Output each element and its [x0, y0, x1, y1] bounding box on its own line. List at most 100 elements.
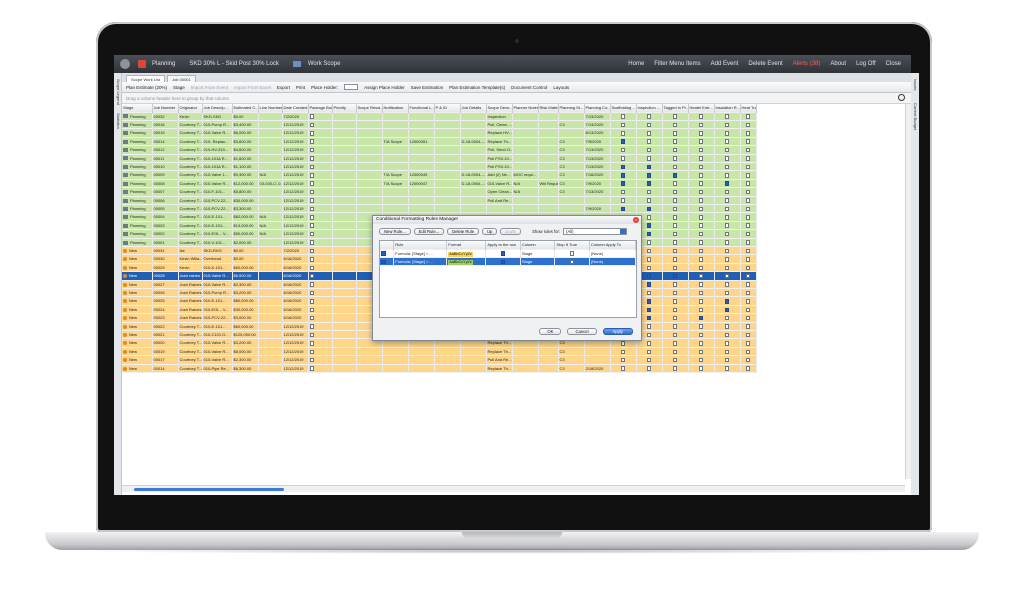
package-built-checkbox[interactable]	[308, 229, 333, 239]
checkbox[interactable]	[745, 139, 751, 144]
flag-checkbox-cell[interactable]	[688, 271, 715, 281]
rule-row[interactable]: Formula: [Stage] = ... AaBbCcYyZz Stage (No…	[380, 249, 637, 258]
grid-cell[interactable]: 010-Valve R...	[202, 347, 233, 357]
grid-cell[interactable]	[356, 170, 383, 180]
grid-cell[interactable]: 12/12/2019	[282, 162, 309, 172]
grid-cell[interactable]: Replace HV-...	[486, 128, 513, 138]
flag-checkbox-cell[interactable]	[610, 145, 637, 155]
table-row[interactable]: New 00019 Courtney T... 010-Valve R... $8,00…	[122, 347, 757, 357]
grid-cell[interactable]: $0.00	[232, 254, 259, 264]
column-header[interactable]: Job Number	[152, 104, 179, 113]
grid-cell[interactable]: N/A	[258, 212, 283, 222]
grid-cell[interactable]	[382, 145, 409, 155]
flag-checkbox-cell[interactable]	[636, 162, 663, 172]
grid-cell[interactable]	[332, 145, 357, 155]
table-row[interactable]: Planning 00007 Courtney T... 010-F-101... $5…	[122, 187, 757, 197]
grid-cell[interactable]: 00023	[152, 313, 179, 323]
flag-checkbox-cell[interactable]	[714, 355, 741, 365]
rail-issues[interactable]: Issues	[913, 79, 918, 91]
grid-cell[interactable]	[460, 154, 487, 163]
checkbox[interactable]	[646, 366, 652, 371]
checkbox[interactable]	[745, 299, 751, 304]
top-menu-item[interactable]: Log Off	[856, 61, 876, 67]
checkbox[interactable]	[620, 198, 626, 203]
checkbox[interactable]	[646, 324, 652, 329]
flag-checkbox-cell[interactable]	[688, 338, 715, 348]
flag-checkbox-cell[interactable]	[688, 254, 715, 264]
checkbox[interactable]	[724, 114, 730, 119]
checkbox[interactable]	[698, 299, 704, 304]
grid-cell[interactable]: Overhead	[202, 254, 233, 264]
grid-cell[interactable]: 010-Valve R...	[202, 338, 233, 348]
grid-cell[interactable]: Replace Th...	[486, 137, 513, 147]
flag-checkbox-cell[interactable]	[662, 120, 689, 130]
grid-cell[interactable]: 00028	[152, 271, 179, 281]
grid-cell[interactable]	[512, 128, 539, 138]
grid-cell[interactable]	[332, 322, 357, 332]
checkbox[interactable]	[672, 307, 678, 313]
grid-cell[interactable]: $4,600.00	[232, 145, 259, 155]
flag-checkbox-cell[interactable]	[662, 170, 689, 180]
flag-checkbox-cell[interactable]	[662, 280, 689, 290]
flag-checkbox-cell[interactable]	[714, 254, 741, 264]
flag-checkbox-cell[interactable]	[740, 212, 757, 222]
grid-cell[interactable]	[258, 296, 283, 306]
checkbox[interactable]	[672, 223, 678, 228]
rail-current-budget[interactable]: Current Budget	[913, 103, 918, 130]
flag-checkbox-cell[interactable]	[688, 128, 715, 138]
grid-cell[interactable]: Josh Raines	[178, 313, 203, 323]
toolbar-item[interactable]: Plan Estimate (20%)	[126, 85, 167, 90]
checkbox[interactable]	[646, 131, 652, 136]
grid-cell[interactable]	[408, 128, 435, 138]
stage-cell[interactable]: Planning	[122, 120, 153, 130]
column-header[interactable]: Inspection ...	[636, 104, 663, 113]
checkbox[interactable]	[620, 181, 626, 186]
flag-checkbox-cell[interactable]	[636, 145, 663, 155]
checkbox[interactable]	[745, 307, 751, 313]
grid-cell[interactable]	[258, 238, 283, 248]
grid-cell[interactable]	[258, 196, 283, 205]
grid-cell[interactable]: Courtney T...	[178, 162, 203, 172]
column-header[interactable]: Job Details	[460, 104, 487, 113]
checkbox[interactable]	[646, 357, 652, 363]
flag-checkbox-cell[interactable]	[610, 204, 637, 214]
flag-checkbox-cell[interactable]	[636, 364, 663, 374]
grid-cell[interactable]	[258, 246, 283, 256]
flag-checkbox-cell[interactable]	[688, 296, 715, 306]
flag-checkbox-cell[interactable]	[740, 128, 757, 138]
checkbox[interactable]	[646, 240, 652, 245]
checkbox[interactable]	[620, 189, 626, 195]
checkbox[interactable]	[698, 324, 704, 329]
flag-checkbox-cell[interactable]	[688, 347, 715, 357]
flag-checkbox-cell[interactable]	[714, 364, 741, 374]
grid-cell[interactable]: C3	[558, 120, 585, 130]
package-built-checkbox[interactable]	[308, 263, 333, 273]
grid-cell[interactable]	[512, 364, 539, 374]
grid-cell[interactable]	[558, 112, 585, 121]
package-built-checkbox[interactable]	[308, 254, 333, 264]
checkbox[interactable]	[309, 164, 314, 170]
package-built-checkbox[interactable]	[308, 154, 333, 163]
grid-cell[interactable]: Courtney T...	[178, 137, 203, 147]
package-built-checkbox[interactable]	[308, 196, 333, 205]
grid-cell[interactable]	[538, 196, 559, 205]
flag-checkbox-cell[interactable]	[740, 355, 757, 365]
grid-cell[interactable]: N/A	[258, 221, 283, 231]
stage-cell[interactable]: New	[122, 288, 153, 298]
grid-cell[interactable]	[356, 204, 383, 214]
checkbox[interactable]	[309, 206, 314, 212]
checkbox[interactable]	[646, 248, 652, 254]
grid-cell[interactable]	[512, 347, 539, 357]
grid-cell[interactable]	[332, 254, 357, 264]
grid-cell[interactable]	[408, 355, 435, 365]
flag-checkbox-cell[interactable]	[740, 179, 757, 189]
checkbox[interactable]	[672, 189, 678, 195]
flag-checkbox-cell[interactable]	[740, 120, 757, 130]
grid-cell[interactable]	[434, 196, 461, 205]
grid-cell[interactable]: 010-EOL - V...	[202, 305, 233, 315]
grid-cell[interactable]	[408, 187, 435, 197]
grid-cell[interactable]: $3,400.00	[232, 120, 259, 130]
grid-cell[interactable]: 010-Valve R...	[202, 271, 233, 281]
grid-cell[interactable]	[382, 355, 409, 365]
grid-cell[interactable]: 010- Replac...	[202, 137, 233, 147]
